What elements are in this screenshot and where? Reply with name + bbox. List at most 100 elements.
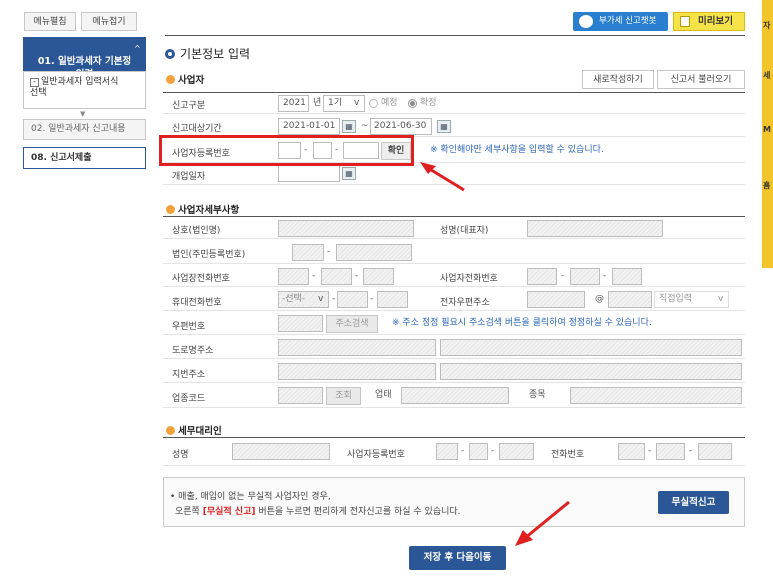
menu-expand-button[interactable]: 메뉴펼침 — [24, 12, 76, 31]
calendar-icon[interactable]: ▦ — [437, 120, 451, 133]
radio-scheduled[interactable] — [369, 99, 378, 108]
mobile-select[interactable]: -선택-v — [278, 291, 329, 308]
corp-no-input-1[interactable] — [292, 244, 324, 261]
lookup-button[interactable]: 조회 — [326, 387, 361, 405]
zip-input[interactable] — [278, 315, 323, 332]
calendar-icon[interactable]: ▦ — [342, 120, 356, 133]
biz-phone-input-1[interactable] — [278, 268, 309, 285]
year-unit: 년 — [313, 98, 322, 108]
owner-phone-input-3[interactable] — [612, 268, 642, 285]
chatbot-icon — [579, 15, 593, 28]
business-section-title: 사업자 — [166, 72, 204, 86]
quick-item-1[interactable]: 자 — [763, 20, 770, 31]
business-type-input[interactable] — [401, 387, 509, 404]
biz-phone-input-2[interactable] — [321, 268, 352, 285]
menu-collapse-button[interactable]: 메뉴접기 — [81, 12, 137, 31]
owner-phone-input-2[interactable] — [570, 268, 600, 285]
item-label: 종목 — [529, 390, 546, 400]
biz-phone-input-3[interactable] — [363, 268, 394, 285]
quick-item-2[interactable]: 세 — [763, 70, 770, 81]
agent-brn-input-1[interactable] — [436, 443, 458, 460]
open-date-label: 개업일자 — [172, 172, 206, 182]
mobile-label: 휴대전화번호 — [172, 298, 222, 308]
biz-code-input[interactable] — [278, 387, 323, 404]
quick-item-3[interactable]: M — [763, 125, 771, 134]
document-icon — [680, 16, 690, 27]
load-report-button[interactable]: 신고서 불러오기 — [657, 70, 745, 89]
date-from-input[interactable]: 2021-01-01 — [278, 118, 340, 135]
owner-phone-input-1[interactable] — [527, 268, 557, 285]
lot-addr-input-2[interactable] — [440, 363, 742, 380]
email-label: 전자우편주소 — [440, 298, 490, 308]
road-addr-input-2[interactable] — [440, 339, 742, 356]
zip-label: 우편번호 — [172, 322, 206, 332]
details-section-title: 사업자세부사항 — [166, 202, 239, 216]
agent-brn-input-2[interactable] — [469, 443, 488, 460]
agent-phone-input-3[interactable] — [698, 443, 732, 460]
section-bullet-icon — [166, 75, 175, 84]
chevron-down-icon: v — [354, 98, 360, 108]
notice-line-1: • 매출, 매입이 없는 무실적 사업자인 경우, — [170, 492, 331, 502]
email-domain-select[interactable]: 직접입력 v — [654, 291, 729, 308]
agent-brn-input-3[interactable] — [499, 443, 534, 460]
annotation-arrow — [420, 162, 465, 192]
dash: - — [327, 247, 331, 257]
dash: - — [312, 271, 316, 281]
dash: - — [648, 446, 652, 456]
lot-addr-label: 지번주소 — [172, 370, 206, 380]
minus-box-icon: - — [30, 78, 39, 87]
road-addr-label: 도로명주소 — [172, 346, 214, 356]
email-domain-input[interactable] — [608, 291, 652, 308]
email-at: @ — [595, 294, 604, 304]
period-select[interactable]: 1기 v — [323, 95, 365, 112]
agent-phone-input-2[interactable] — [656, 443, 685, 460]
dash: - — [491, 446, 495, 456]
agent-name-input[interactable] — [232, 443, 330, 460]
zero-report-button[interactable]: 무실적신고 — [658, 491, 729, 514]
item-input[interactable] — [570, 387, 742, 404]
period-label: 신고대상기간 — [172, 124, 222, 134]
dash: - — [332, 294, 336, 304]
lot-addr-input-1[interactable] — [278, 363, 436, 380]
corp-no-input-2[interactable] — [336, 244, 412, 261]
title-divider — [165, 35, 745, 36]
save-next-button[interactable]: 저장 후 다음이동 — [409, 546, 506, 570]
mobile-input-2[interactable] — [337, 291, 368, 308]
chevron-down-icon: v — [318, 294, 324, 304]
new-report-button[interactable]: 새로작성하기 — [582, 70, 654, 89]
year-input[interactable]: 2021 — [278, 95, 309, 112]
quick-item-4[interactable]: 홈 — [763, 180, 770, 191]
chatbot-label: 부가세 신고챗봇 — [599, 16, 657, 26]
arrow-down-icon: ▼ — [80, 110, 86, 118]
section-bullet-icon — [166, 426, 175, 435]
nav-step-basic-info[interactable]: 01. 일반과세자 기본정 입력 — [23, 37, 146, 80]
preview-label: 미리보기 — [698, 16, 733, 27]
row-report-type — [163, 93, 745, 114]
dash: - — [561, 271, 565, 281]
calendar-icon[interactable]: ▦ — [342, 167, 356, 180]
trade-name-label: 상호(법인명) — [172, 226, 221, 236]
section-bullet-icon — [166, 205, 175, 214]
business-type-label: 업태 — [375, 390, 392, 400]
road-addr-input-1[interactable] — [278, 339, 436, 356]
rep-name-input[interactable] — [527, 220, 663, 237]
mobile-input-3[interactable] — [377, 291, 408, 308]
open-date-input[interactable] — [278, 165, 340, 182]
highlight-box — [159, 135, 414, 166]
agent-phone-label: 전화번호 — [551, 450, 585, 460]
preview-button[interactable]: 미리보기 — [673, 12, 745, 31]
date-to-input[interactable]: 2021-06-30 — [370, 118, 432, 135]
radio-final-label: 확정 — [420, 98, 437, 108]
radio-final[interactable] — [408, 99, 417, 108]
nav-step-submit[interactable]: 08. 신고서제출 — [23, 147, 146, 169]
nav-sub-form-select[interactable]: - 일반과세자 입력서식 선택 — [23, 71, 146, 109]
agent-phone-input-1[interactable] — [618, 443, 645, 460]
rep-name-label: 성명(대표자) — [440, 226, 489, 236]
side-quick-panel: 자 세 M 홈 — [762, 0, 773, 268]
dash: - — [689, 446, 693, 456]
address-search-button[interactable]: 주소검색 — [326, 315, 378, 333]
email-id-input[interactable] — [527, 291, 585, 308]
trade-name-input[interactable] — [278, 220, 414, 237]
chatbot-button[interactable]: 부가세 신고챗봇 — [573, 12, 668, 31]
nav-step-report-content[interactable]: 02. 일반과세자 신고내용 — [23, 119, 146, 140]
